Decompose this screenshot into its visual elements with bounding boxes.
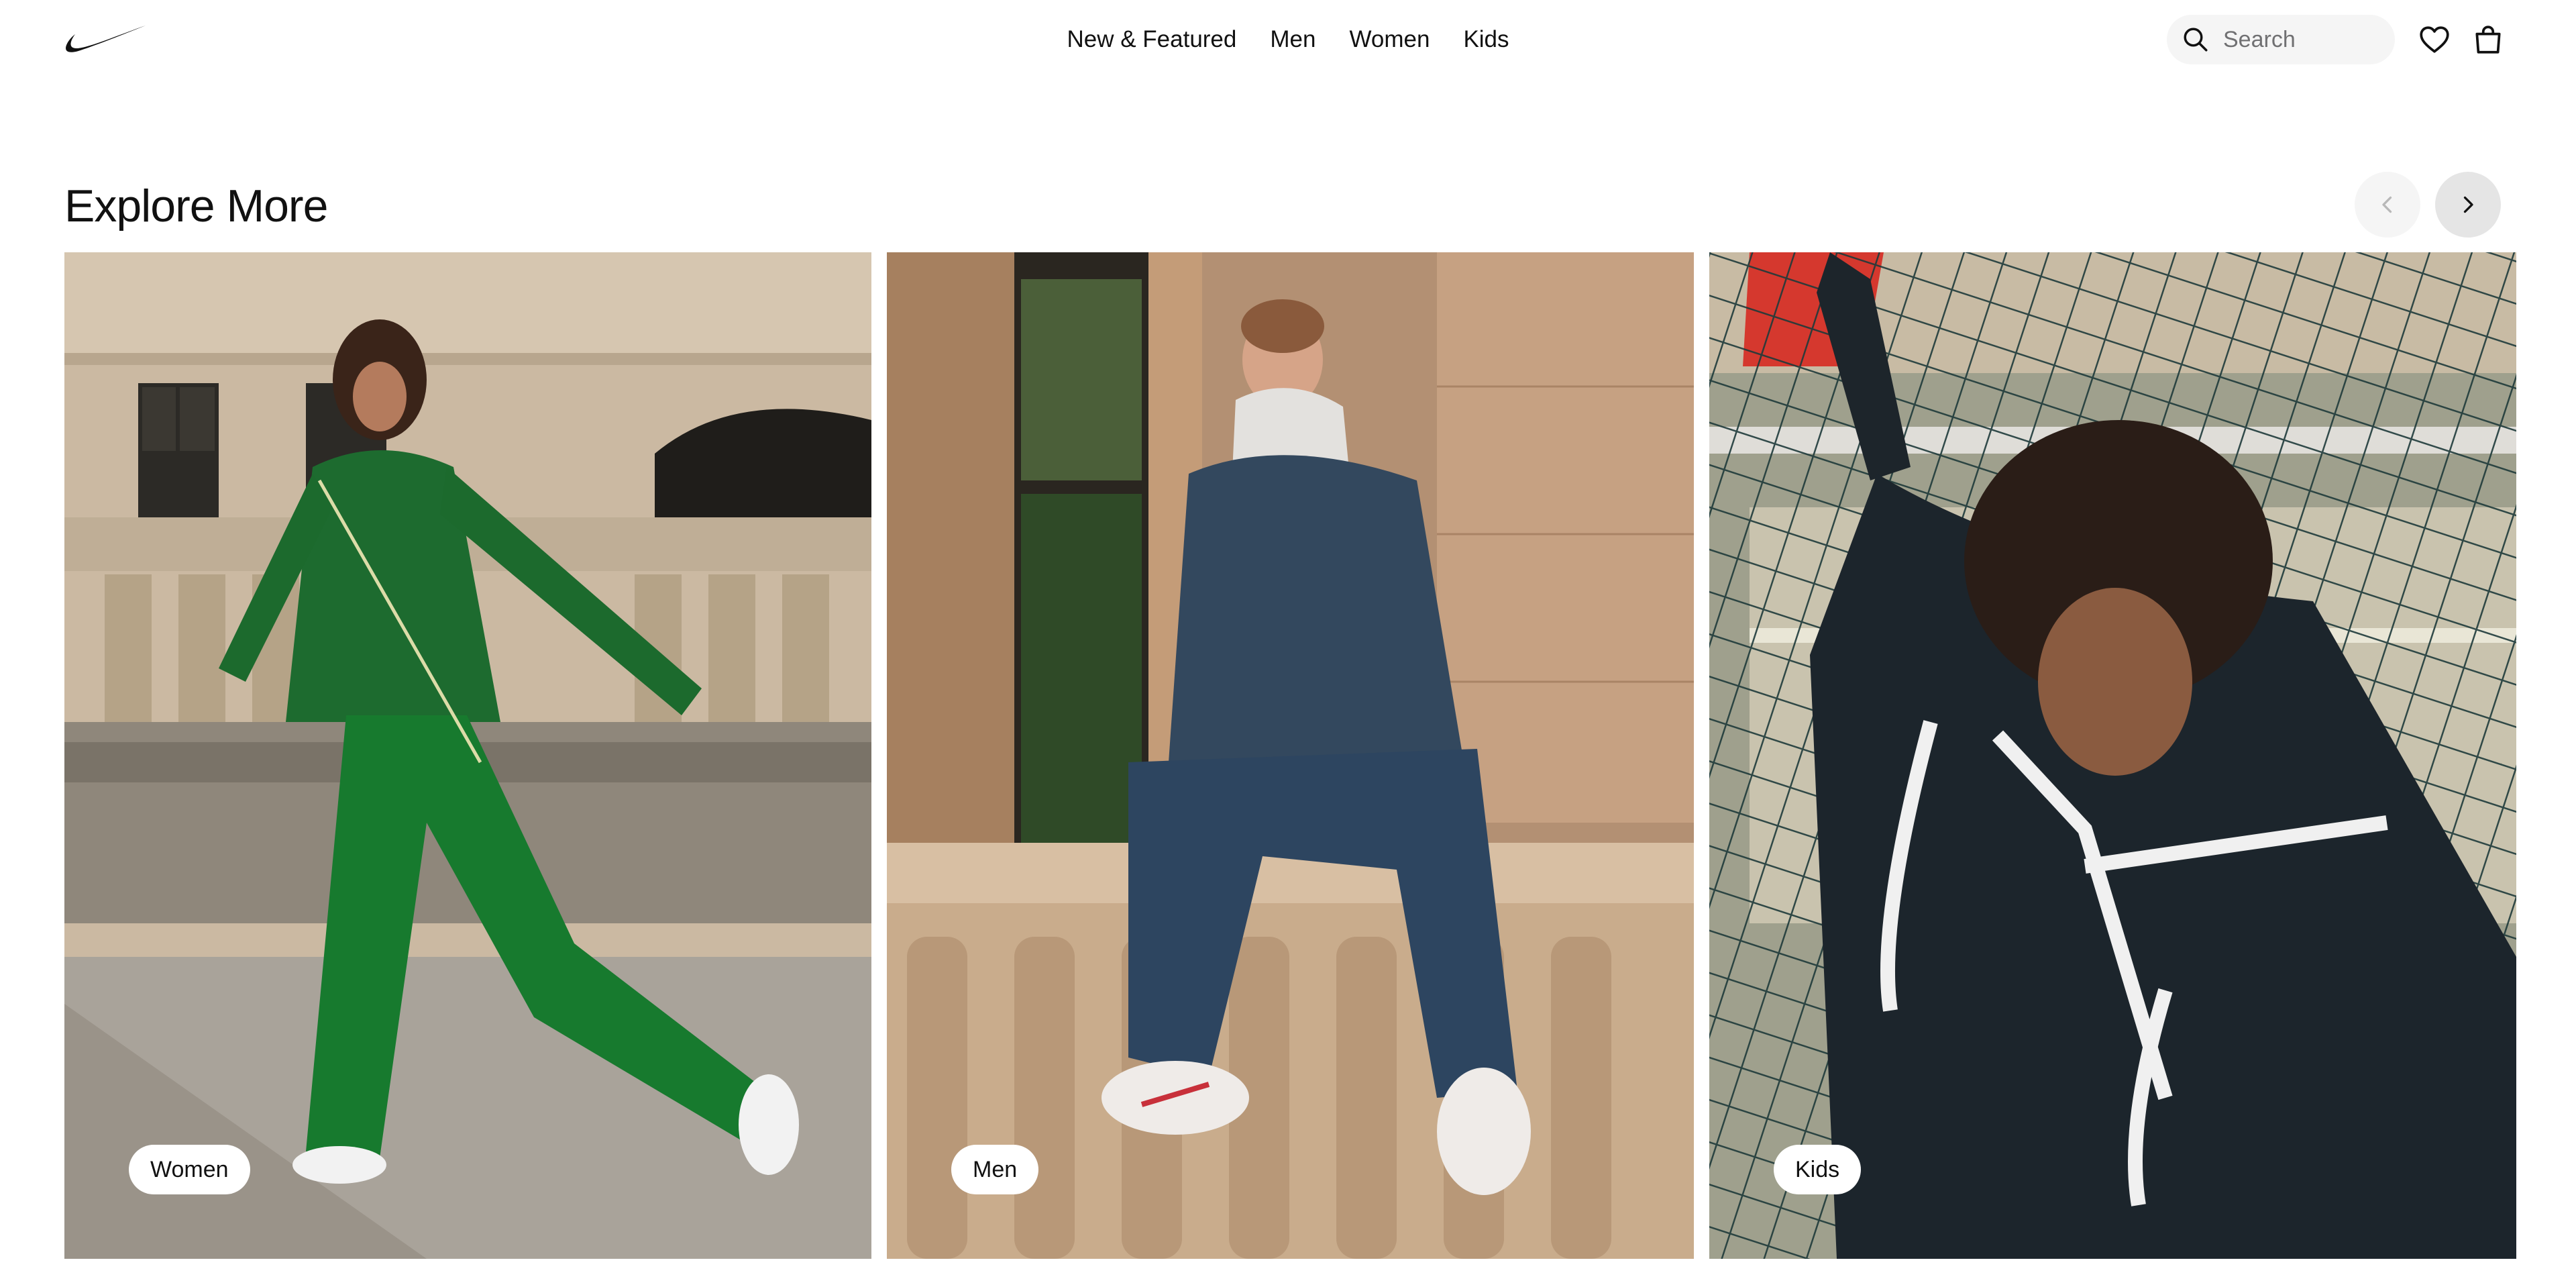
search-input[interactable]: [2222, 25, 2385, 54]
carousel-prev-button[interactable]: [2355, 172, 2420, 238]
man-denim-outfit-photo: [887, 252, 1694, 1259]
carousel-next-button[interactable]: [2435, 172, 2501, 238]
woman-green-tracksuit-photo: [64, 252, 871, 1259]
search-box[interactable]: [2167, 15, 2395, 64]
nav-new-featured[interactable]: New & Featured: [1067, 26, 1236, 53]
chevron-right-icon: [2463, 196, 2473, 213]
card-women[interactable]: Women: [64, 252, 871, 1259]
site-header: New & Featured Men Women Kids: [0, 0, 2576, 79]
bag-icon[interactable]: [2471, 23, 2505, 56]
nav-kids[interactable]: Kids: [1463, 26, 1509, 53]
card-kids[interactable]: Kids: [1709, 252, 2516, 1259]
card-label-kids[interactable]: Kids: [1774, 1145, 1862, 1194]
explore-carousel: Women Men Kids: [64, 252, 2516, 1259]
section-title: Explore More: [64, 181, 328, 231]
heart-icon[interactable]: [2418, 23, 2451, 56]
nav-women[interactable]: Women: [1349, 26, 1430, 53]
nav-men[interactable]: Men: [1270, 26, 1316, 53]
card-men[interactable]: Men: [887, 252, 1694, 1259]
card-label-men[interactable]: Men: [951, 1145, 1039, 1194]
chevron-left-icon: [2382, 196, 2392, 213]
kid-black-zip-hoodie-photo: [1709, 252, 2516, 1259]
card-label-women[interactable]: Women: [129, 1145, 250, 1194]
search-icon[interactable]: [2182, 25, 2210, 54]
